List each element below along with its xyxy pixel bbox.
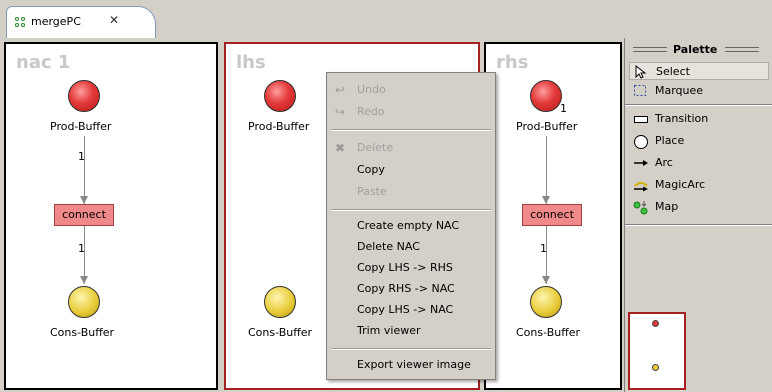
place-icon: [633, 134, 649, 149]
palette-item-map[interactable]: Map: [629, 198, 769, 216]
magic-arc-icon: [633, 178, 649, 192]
arc-arrow-icon: [633, 156, 649, 170]
palette-header[interactable]: Palette: [625, 42, 772, 58]
palette-item-label: Place: [655, 134, 685, 147]
arrowhead: [80, 196, 88, 204]
palette-item-label: MagicArc: [655, 178, 706, 191]
palette-item-select[interactable]: Select: [629, 62, 769, 80]
arc-weight: 1: [78, 242, 85, 255]
menu-item-delete[interactable]: Delete: [357, 141, 393, 154]
map-icon: [633, 200, 649, 215]
context-menu: ↩ Undo ↪ Redo ✖ Delete Copy Paste Create…: [326, 72, 496, 380]
menu-item-undo[interactable]: Undo: [357, 83, 386, 96]
palette-item-place[interactable]: Place: [629, 132, 769, 150]
undo-icon: ↩: [335, 83, 346, 97]
overview-place: [652, 320, 659, 327]
menu-item-copy[interactable]: Copy: [357, 163, 385, 176]
place-cons-buffer[interactable]: [68, 286, 100, 318]
marquee-icon: [633, 84, 649, 98]
place-label: Prod-Buffer: [50, 120, 112, 133]
pointer-arrow-icon: [634, 64, 650, 79]
transition-icon: [633, 112, 649, 126]
rhs-viewer[interactable]: rhs Prod-Buffer 1 connect 1 Cons-Buffer: [484, 42, 622, 390]
petri-net-icon: [15, 17, 27, 29]
palette-item-label: Arc: [655, 156, 673, 169]
menu-item-copy-lhs-rhs[interactable]: Copy LHS -> RHS: [357, 261, 453, 274]
arc[interactable]: [546, 136, 547, 204]
menu-item-trim-viewer[interactable]: Trim viewer: [357, 324, 421, 337]
transition-connect[interactable]: connect: [522, 204, 582, 226]
overview-place: [652, 364, 659, 371]
palette-item-transition[interactable]: Transition: [629, 110, 769, 128]
viewer-title: nac 1: [16, 52, 71, 73]
transition-connect[interactable]: connect: [54, 204, 114, 226]
menu-item-delete-nac[interactable]: Delete NAC: [357, 240, 420, 253]
palette-grip: [725, 47, 759, 52]
place-cons-buffer[interactable]: [264, 286, 296, 318]
arc-weight: 1: [78, 150, 85, 163]
viewer-title: rhs: [496, 52, 529, 73]
close-icon[interactable]: ✕: [109, 13, 119, 27]
menu-item-paste[interactable]: Paste: [357, 185, 387, 198]
editor-tab-bar: mergePC ✕: [0, 0, 772, 38]
menu-item-create-empty-nac[interactable]: Create empty NAC: [357, 219, 459, 232]
tab-mergepc[interactable]: mergePC ✕: [6, 6, 156, 38]
menu-separator: [331, 348, 491, 350]
palette-item-marquee[interactable]: Marquee: [629, 82, 769, 100]
palette-item-arc[interactable]: Arc: [629, 154, 769, 172]
place-label: Prod-Buffer: [516, 120, 578, 133]
palette-item-label: Transition: [655, 112, 709, 125]
palette-item-label: Select: [656, 65, 690, 78]
palette-divider: [625, 224, 772, 226]
palette-grip: [633, 47, 667, 52]
delete-icon: ✖: [335, 141, 346, 155]
rule-editor: nac 1 Prod-Buffer 1 connect 1 Cons-Buffe…: [0, 38, 624, 392]
place-label: Cons-Buffer: [516, 326, 581, 339]
place-prod-buffer[interactable]: [530, 80, 562, 112]
arrowhead: [542, 196, 550, 204]
palette-item-label: Marquee: [655, 84, 704, 97]
tab-label: mergePC: [31, 15, 81, 28]
overview-thumbnail[interactable]: [628, 312, 686, 390]
place-label: Cons-Buffer: [248, 326, 313, 339]
place-prod-buffer[interactable]: [264, 80, 296, 112]
menu-item-export-viewer-image[interactable]: Export viewer image: [357, 358, 471, 371]
place-cons-buffer[interactable]: [530, 286, 562, 318]
palette-divider: [625, 104, 772, 106]
menu-item-copy-lhs-nac[interactable]: Copy LHS -> NAC: [357, 303, 453, 316]
menu-separator: [331, 129, 491, 131]
menu-item-copy-rhs-nac[interactable]: Copy RHS -> NAC: [357, 282, 455, 295]
menu-separator: [331, 209, 491, 211]
viewer-title: lhs: [236, 52, 266, 73]
arrowhead: [542, 276, 550, 284]
nac-viewer[interactable]: nac 1 Prod-Buffer 1 connect 1 Cons-Buffe…: [4, 42, 218, 390]
arc-weight: 1: [560, 102, 567, 115]
menu-item-redo[interactable]: Redo: [357, 105, 385, 118]
redo-icon: ↪: [335, 105, 346, 119]
arrowhead: [80, 276, 88, 284]
place-label: Prod-Buffer: [248, 120, 310, 133]
place-label: Cons-Buffer: [50, 326, 115, 339]
arc-weight: 1: [540, 242, 547, 255]
place-prod-buffer[interactable]: [68, 80, 100, 112]
palette-item-label: Map: [655, 200, 679, 213]
palette-title: Palette: [673, 43, 718, 56]
palette-item-magicarc[interactable]: MagicArc: [629, 176, 769, 194]
arc[interactable]: [84, 136, 85, 204]
